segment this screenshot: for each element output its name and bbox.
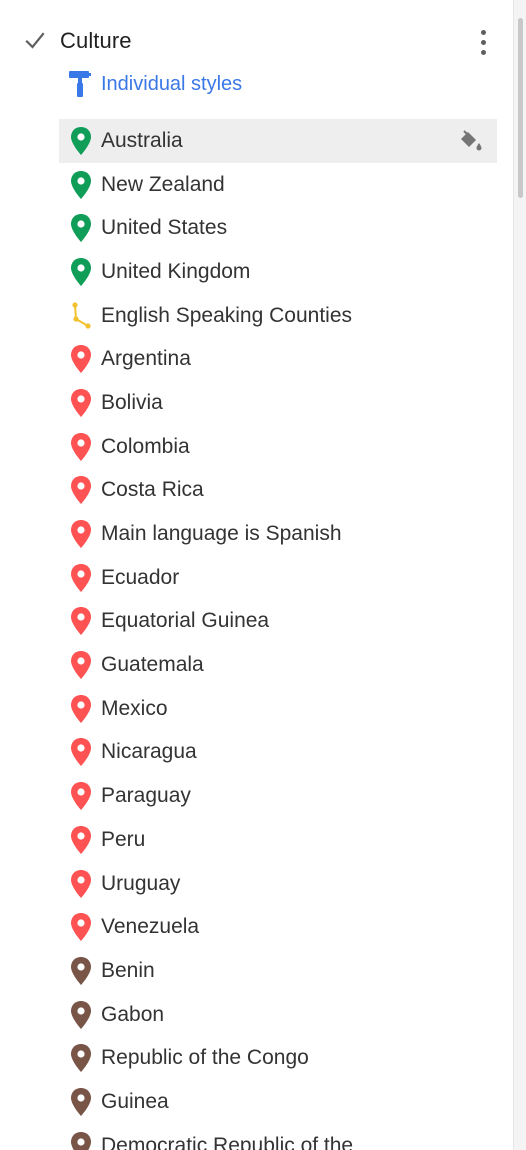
feature-label: Argentina [101, 347, 191, 371]
feature-label: Guinea [101, 1089, 169, 1113]
feature-label: Australia [101, 128, 183, 152]
feature-item[interactable]: Gabon [59, 993, 497, 1037]
line-feature-icon[interactable] [68, 301, 94, 331]
paint-bucket-icon[interactable] [455, 127, 485, 155]
map-pin-icon[interactable] [68, 257, 94, 287]
feature-item[interactable]: English Speaking Counties [59, 294, 497, 338]
feature-label: Benin [101, 958, 155, 982]
map-pin-icon[interactable] [68, 956, 94, 986]
map-pin-icon[interactable] [68, 781, 94, 811]
individual-styles-link[interactable]: Individual styles [67, 68, 242, 100]
map-pin-icon[interactable] [68, 1000, 94, 1030]
feature-item[interactable]: Main language is Spanish [59, 512, 497, 556]
feature-item[interactable]: New Zealand [59, 163, 497, 207]
feature-item[interactable]: United Kingdom [59, 250, 497, 294]
feature-item[interactable]: Costa Rica [59, 469, 497, 513]
layer-title[interactable]: Culture [60, 28, 132, 54]
feature-label: Gabon [101, 1002, 165, 1026]
feature-item[interactable]: Republic of the Congo [59, 1036, 497, 1080]
layer-panel: Culture Individual styles Australia New Z… [0, 0, 526, 1150]
feature-item[interactable]: Nicaragua [59, 731, 497, 775]
feature-label: Bolivia [101, 390, 163, 414]
feature-label: Costa Rica [101, 478, 204, 502]
feature-label: Paraguay [101, 784, 191, 808]
scrollbar[interactable] [513, 0, 526, 1150]
map-pin-icon[interactable] [68, 519, 94, 549]
map-pin-icon[interactable] [68, 432, 94, 462]
feature-label: English Speaking Counties [101, 303, 352, 327]
map-pin-icon[interactable] [68, 606, 94, 636]
map-pin-icon[interactable] [68, 737, 94, 767]
feature-item[interactable]: Benin [59, 949, 497, 993]
feature-label: New Zealand [101, 172, 225, 196]
feature-item[interactable]: Argentina [59, 337, 497, 381]
feature-label: Uruguay [101, 871, 181, 895]
map-pin-icon[interactable] [68, 825, 94, 855]
feature-label: Democratic Republic of the [101, 1133, 354, 1150]
feature-item[interactable]: Colombia [59, 425, 497, 469]
map-pin-icon[interactable] [68, 344, 94, 374]
layer-visibility-checkbox[interactable] [24, 30, 46, 52]
feature-item[interactable]: Equatorial Guinea [59, 600, 497, 644]
map-pin-icon[interactable] [68, 869, 94, 899]
feature-label: Guatemala [101, 653, 204, 677]
feature-item[interactable]: United States [59, 206, 497, 250]
feature-item[interactable]: Paraguay [59, 774, 497, 818]
map-pin-icon[interactable] [68, 475, 94, 505]
scrollbar-thumb[interactable] [518, 18, 523, 198]
feature-label: Mexico [101, 696, 168, 720]
individual-styles-label: Individual styles [101, 72, 243, 95]
feature-item[interactable]: Democratic Republic of the [59, 1124, 497, 1150]
feature-list: Australia New Zealand United States United … [59, 119, 497, 1150]
feature-label: Venezuela [101, 915, 200, 939]
feature-label: Colombia [101, 434, 190, 458]
feature-label: Nicaragua [101, 740, 197, 764]
feature-item[interactable]: Guinea [59, 1080, 497, 1124]
feature-label: United Kingdom [101, 259, 251, 283]
feature-label: Equatorial Guinea [101, 609, 270, 633]
map-pin-icon[interactable] [68, 170, 94, 200]
feature-item[interactable]: Australia [59, 119, 497, 163]
feature-item[interactable]: Venezuela [59, 905, 497, 949]
layer-header: Culture [24, 24, 504, 58]
map-pin-icon[interactable] [68, 213, 94, 243]
map-pin-icon[interactable] [68, 1043, 94, 1073]
map-pin-icon[interactable] [68, 694, 94, 724]
map-pin-icon[interactable] [68, 563, 94, 593]
feature-item[interactable]: Uruguay [59, 862, 497, 906]
layer-options-button[interactable] [478, 27, 488, 57]
feature-item[interactable]: Guatemala [59, 643, 497, 687]
paint-roller-icon [69, 71, 91, 97]
feature-label: Ecuador [101, 565, 180, 589]
feature-label: Peru [101, 827, 146, 851]
map-pin-icon[interactable] [68, 388, 94, 418]
map-pin-icon[interactable] [68, 126, 94, 156]
feature-label: Republic of the Congo [101, 1046, 309, 1070]
feature-label: Main language is Spanish [101, 522, 342, 546]
feature-item[interactable]: Ecuador [59, 556, 497, 600]
feature-item[interactable]: Bolivia [59, 381, 497, 425]
feature-item[interactable]: Mexico [59, 687, 497, 731]
checkmark-icon [25, 32, 45, 49]
map-pin-icon[interactable] [68, 650, 94, 680]
map-pin-icon[interactable] [68, 1131, 94, 1150]
map-pin-icon[interactable] [68, 912, 94, 942]
feature-item[interactable]: Peru [59, 818, 497, 862]
more-vert-icon [480, 29, 486, 35]
map-pin-icon[interactable] [68, 1087, 94, 1117]
feature-label: United States [101, 216, 228, 240]
